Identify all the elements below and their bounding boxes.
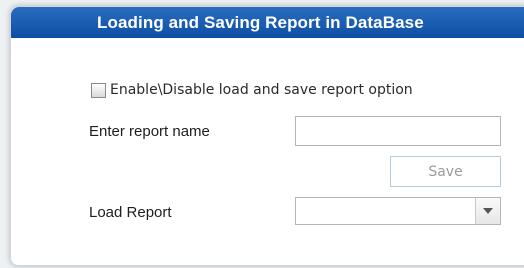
enable-option-row: Enable\Disable load and save report opti… [91, 82, 413, 98]
load-report-label: Load Report [89, 204, 172, 221]
chevron-down-icon[interactable] [475, 198, 500, 224]
report-db-panel: Loading and Saving Report in DataBase En… [10, 6, 524, 266]
panel-header: Loading and Saving Report in DataBase [11, 7, 524, 38]
load-report-select[interactable] [295, 197, 501, 225]
save-button[interactable]: Save [390, 156, 501, 187]
panel-title: Loading and Saving Report in DataBase [97, 12, 424, 32]
enable-checkbox-label: Enable\Disable load and save report opti… [110, 82, 413, 98]
report-name-label: Enter report name [89, 123, 210, 140]
enable-checkbox[interactable] [91, 82, 106, 98]
report-name-input[interactable] [295, 116, 501, 146]
